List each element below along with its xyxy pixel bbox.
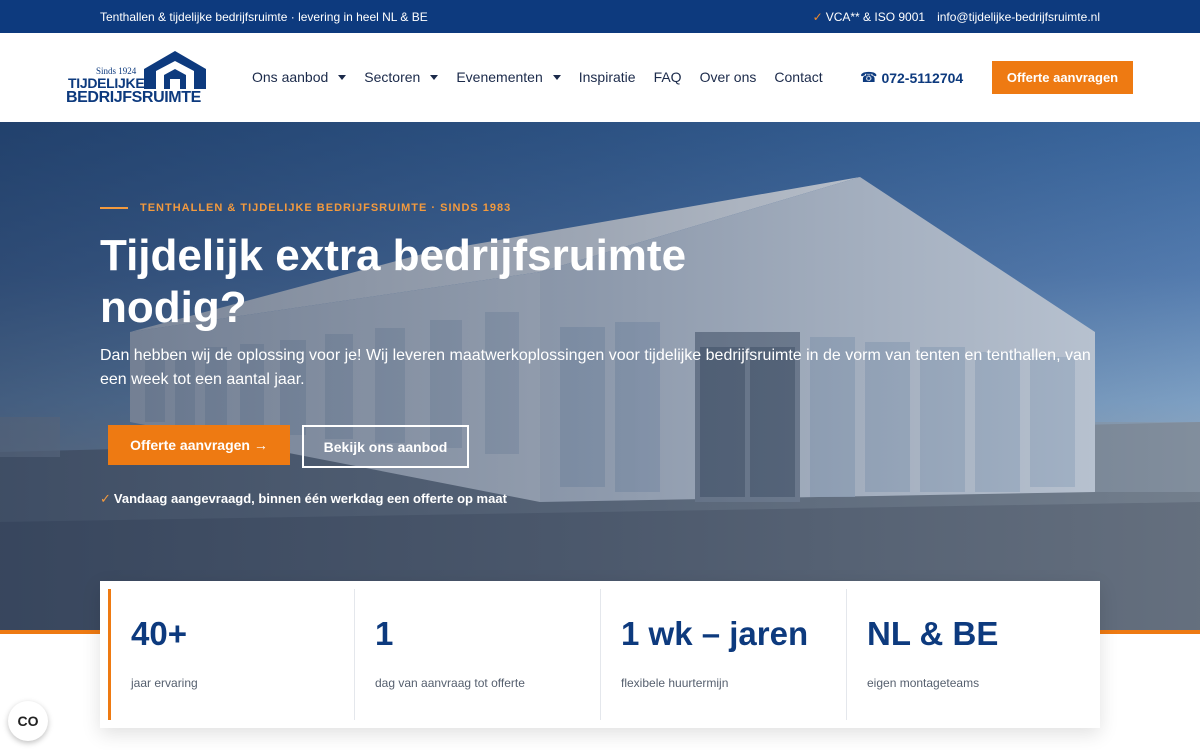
- phone-link[interactable]: ☎ 072-5112704: [860, 69, 963, 86]
- stat-item: 1 wk – jaren flexibele huurtermijn: [601, 589, 847, 720]
- phone-icon: ☎: [860, 69, 878, 85]
- top-bar: Tenthallen & tijdelijke bedrijfsruimte ·…: [0, 0, 1200, 33]
- stat-item: 40+ jaar ervaring: [100, 589, 355, 720]
- nav-item-evenementen[interactable]: Evenementen: [456, 69, 561, 85]
- hero-quote-button[interactable]: Offerte aanvragen →: [108, 425, 290, 465]
- stat-item: NL & BE eigen montageteams: [847, 589, 1093, 720]
- logo-line-2: BEDRIJFSRUIMTE: [66, 89, 201, 106]
- hero-offer-button[interactable]: Bekijk ons aanbod: [302, 425, 469, 468]
- nav-item-over-ons[interactable]: Over ons: [700, 69, 757, 85]
- top-bar-right: ✓ VCA** & ISO 9001 info@tijdelijke-bedrij…: [813, 10, 1100, 24]
- stat-label: eigen montageteams: [867, 676, 980, 690]
- main-nav: Ons aanbod Sectoren Evenementen Inspirat…: [252, 69, 841, 85]
- nav-label: Evenementen: [456, 69, 543, 85]
- nav-label: Sectoren: [364, 69, 421, 85]
- header-quote-button[interactable]: Offerte aanvragen: [992, 61, 1133, 94]
- nav-item-sectoren[interactable]: Sectoren: [364, 69, 439, 85]
- logo-house-icon: [144, 51, 206, 89]
- stat-value: 40+: [131, 615, 187, 652]
- hero-title: Tijdelijk extra bedrijfsruimte nodig?: [100, 231, 687, 332]
- nav-label: Contact: [774, 69, 823, 85]
- stat-label: flexibele huurtermijn: [621, 676, 729, 690]
- stat-value: 1 wk – jaren: [621, 615, 809, 652]
- hero-section: TENTHALLEN & TIJDELIJKE BEDRIJFSRUIMTE ·…: [0, 122, 1200, 632]
- top-bar-tagline: Tenthallen & tijdelijke bedrijfsruimte ·…: [100, 10, 428, 24]
- chevron-down-icon: [552, 74, 561, 80]
- certification-text: VCA** & ISO 9001: [825, 10, 926, 24]
- hero-lead: Dan hebben wij de oplossing voor je! Wij…: [100, 347, 1091, 388]
- stat-item: 1 dag van aanvraag tot offerte: [355, 589, 601, 720]
- kicker-line: [100, 207, 128, 209]
- nav-item-ons-aanbod[interactable]: Ons aanbod: [252, 69, 347, 85]
- nav-item-faq[interactable]: FAQ: [654, 69, 682, 85]
- nav-label: Inspiratie: [578, 69, 636, 85]
- nav-item-contact[interactable]: Contact: [774, 69, 822, 85]
- phone-number: 072-5112704: [881, 69, 964, 86]
- stat-label: dag van aanvraag tot offerte: [375, 676, 525, 690]
- nav-label: FAQ: [653, 69, 682, 85]
- check-icon: ✓: [812, 10, 823, 24]
- chevron-down-icon: [430, 74, 439, 80]
- nav-label: Over ons: [699, 69, 757, 85]
- hero-kicker: TENTHALLEN & TIJDELIJKE BEDRIJFSRUIMTE ·…: [100, 202, 511, 214]
- nav-label: Ons aanbod: [252, 69, 329, 85]
- stat-value: 1: [375, 615, 394, 652]
- nav-item-inspiratie[interactable]: Inspiratie: [579, 69, 636, 85]
- chevron-down-icon: [338, 74, 347, 80]
- stats-card: 40+ jaar ervaring 1 dag van aanvraag tot…: [100, 581, 1100, 728]
- stat-value: NL & BE: [867, 615, 999, 652]
- certification: ✓ VCA** & ISO 9001: [813, 10, 925, 24]
- kicker-text: TENTHALLEN & TIJDELIJKE BEDRIJFSRUIMTE ·…: [140, 202, 512, 214]
- logo[interactable]: Sinds 1924 TIJDELIJKE BEDRIJFSRUIMTE: [66, 49, 212, 109]
- hero-note: ✓ Vandaag aangevraagd, binnen één werkdag…: [100, 491, 507, 507]
- stat-label: jaar ervaring: [131, 676, 198, 690]
- hero-note-text: Vandaag aangevraagd, binnen één werkdag …: [113, 491, 507, 506]
- site-header: Sinds 1924 TIJDELIJKE BEDRIJFSRUIMTE Ons…: [0, 33, 1200, 122]
- email-link[interactable]: info@tijdelijke-bedrijfsruimte.nl: [937, 10, 1100, 24]
- check-icon: ✓: [100, 491, 111, 506]
- cookie-settings-button[interactable]: CO: [8, 701, 48, 741]
